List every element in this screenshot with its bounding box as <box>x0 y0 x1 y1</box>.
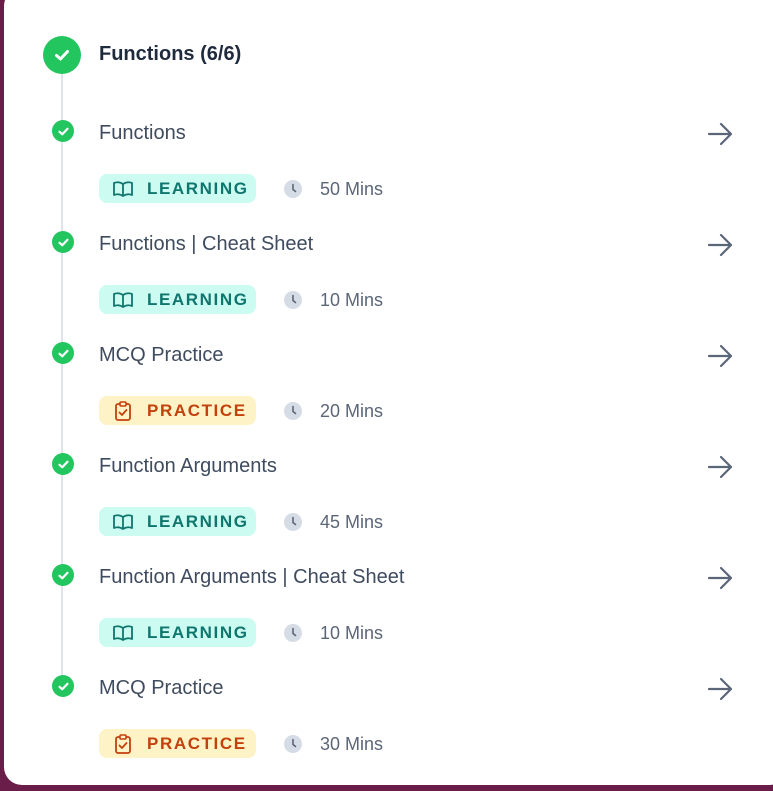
module-header[interactable]: Functions (6/6) <box>43 36 241 74</box>
type-label: LEARNING <box>147 511 249 531</box>
list-item[interactable]: Function Arguments LEARNING 45 Mins <box>0 453 773 553</box>
duration-label: 10 Mins <box>320 623 384 643</box>
list-item[interactable]: MCQ Practice PRACTICE 20 Mins <box>0 342 773 442</box>
item-title[interactable]: MCQ Practice <box>99 677 223 700</box>
duration-label: 50 Mins <box>320 179 384 199</box>
type-badge: LEARNING <box>99 618 256 647</box>
clipboard-check-icon <box>112 733 134 754</box>
item-title[interactable]: Functions <box>99 122 186 145</box>
type-label: LEARNING <box>147 289 249 309</box>
module-title: Functions (6/6) <box>99 43 242 65</box>
type-badge: LEARNING <box>99 507 256 536</box>
list-item[interactable]: Function Arguments | Cheat Sheet LEARNIN… <box>0 564 773 664</box>
book-open-icon <box>112 624 134 642</box>
clock-icon <box>284 180 302 198</box>
duration-label: 30 Mins <box>320 734 384 754</box>
complete-check-icon <box>52 675 74 697</box>
list-item[interactable]: Functions LEARNING 50 Mins <box>0 120 773 220</box>
type-label: PRACTICE <box>147 400 247 420</box>
item-title[interactable]: Functions | Cheat Sheet <box>99 233 313 256</box>
clipboard-check-icon <box>112 400 134 421</box>
clock-icon <box>284 624 302 642</box>
complete-check-icon <box>52 120 74 142</box>
item-title[interactable]: Function Arguments <box>99 455 277 478</box>
duration-label: 20 Mins <box>320 401 384 421</box>
type-badge: LEARNING <box>99 285 256 314</box>
type-label: LEARNING <box>147 622 249 642</box>
clock-icon <box>284 402 302 420</box>
type-label: PRACTICE <box>147 733 247 753</box>
clock-icon <box>284 291 302 309</box>
module-complete-check-icon <box>43 36 81 74</box>
complete-check-icon <box>52 564 74 586</box>
arrow-right-icon[interactable] <box>706 675 734 703</box>
type-badge: LEARNING <box>99 174 256 203</box>
arrow-right-icon[interactable] <box>706 564 734 592</box>
duration-label: 45 Mins <box>320 512 384 532</box>
book-open-icon <box>112 180 134 198</box>
complete-check-icon <box>52 342 74 364</box>
clock-icon <box>284 513 302 531</box>
complete-check-icon <box>52 231 74 253</box>
complete-check-icon <box>52 453 74 475</box>
book-open-icon <box>112 513 134 531</box>
item-title[interactable]: MCQ Practice <box>99 344 223 367</box>
arrow-right-icon[interactable] <box>706 342 734 370</box>
list-item[interactable]: Functions | Cheat Sheet LEARNING 10 Mins <box>0 231 773 331</box>
arrow-right-icon[interactable] <box>706 120 734 148</box>
type-badge: PRACTICE <box>99 729 256 758</box>
book-open-icon <box>112 291 134 309</box>
type-label: LEARNING <box>147 178 249 198</box>
clock-icon <box>284 735 302 753</box>
arrow-right-icon[interactable] <box>706 453 734 481</box>
list-item[interactable]: MCQ Practice PRACTICE 30 Mins <box>0 675 773 775</box>
arrow-right-icon[interactable] <box>706 231 734 259</box>
item-title[interactable]: Function Arguments | Cheat Sheet <box>99 566 404 589</box>
type-badge: PRACTICE <box>99 396 256 425</box>
duration-label: 10 Mins <box>320 290 384 310</box>
